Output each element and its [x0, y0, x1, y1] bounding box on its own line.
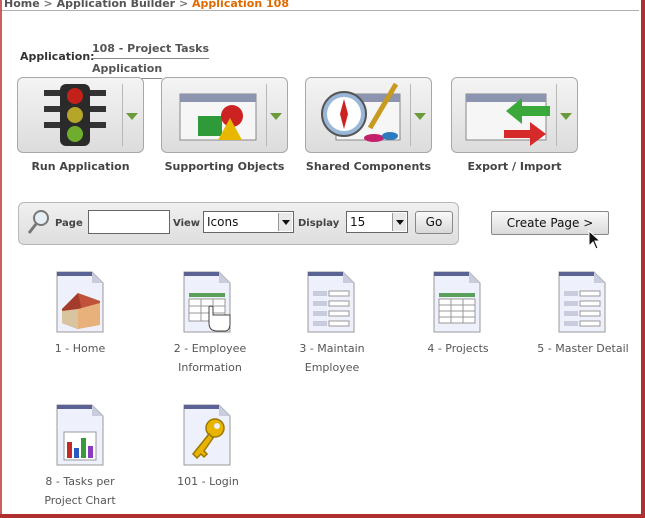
- page-icon-tasks-per-project-chart[interactable]: [56, 404, 166, 466]
- export-import-arrows-icon: [465, 93, 550, 146]
- go-button[interactable]: Go: [415, 211, 453, 234]
- breadcrumb-application-builder[interactable]: Application Builder: [57, 0, 176, 10]
- view-select-value: Icons: [207, 215, 239, 229]
- page-icon-employee-information[interactable]: [183, 271, 293, 333]
- page-icon-maintain-employee[interactable]: [307, 271, 417, 333]
- page-icon-login[interactable]: [183, 404, 293, 466]
- page-label[interactable]: 5 - Master Detail: [533, 339, 633, 358]
- page-label[interactable]: 1 - Home: [30, 339, 130, 358]
- application-name-link[interactable]: 108 - Project Tasks Application: [92, 39, 209, 79]
- key-icon: [183, 404, 231, 466]
- page-icon-master-detail[interactable]: [558, 271, 645, 333]
- application-name-line2[interactable]: Application: [92, 59, 163, 79]
- display-select-value: 15: [350, 215, 366, 229]
- breadcrumb-home[interactable]: Home: [4, 0, 40, 10]
- shapes-icon: [179, 93, 257, 141]
- supporting-objects-label[interactable]: Supporting Objects: [158, 160, 291, 173]
- house-icon: [56, 271, 104, 333]
- chevron-down-icon[interactable]: [126, 113, 138, 120]
- chevron-down-icon[interactable]: [414, 113, 426, 120]
- report-icon: [433, 271, 481, 333]
- view-label: View: [173, 218, 201, 229]
- shared-components-button[interactable]: [305, 77, 432, 153]
- display-select[interactable]: 15: [346, 211, 408, 233]
- button-divider: [410, 84, 411, 146]
- bar-chart-icon: [56, 404, 104, 466]
- page-label[interactable]: 101 - Login: [158, 472, 258, 491]
- chevron-down-icon[interactable]: [392, 213, 406, 231]
- page-icon-projects[interactable]: [433, 271, 543, 333]
- breadcrumb-divider: [2, 10, 639, 11]
- page-label[interactable]: 4 - Projects: [408, 339, 508, 358]
- run-application-button[interactable]: [17, 77, 144, 153]
- search-icon: [27, 210, 49, 234]
- view-select[interactable]: Icons: [203, 211, 294, 233]
- button-divider: [556, 84, 557, 146]
- run-application-label[interactable]: Run Application: [17, 160, 144, 173]
- breadcrumb-current: Application 108: [192, 0, 289, 10]
- export-import-label[interactable]: Export / Import: [451, 160, 578, 173]
- form-icon: [558, 271, 606, 333]
- page-filter-label: Page: [55, 218, 83, 229]
- report-hand-icon: [183, 271, 231, 333]
- window-border-left: [0, 0, 2, 518]
- page-search-input[interactable]: [88, 210, 170, 234]
- window-border-right: [641, 0, 645, 518]
- display-label: Display: [298, 218, 340, 229]
- breadcrumb-separator: >: [43, 0, 53, 10]
- supporting-objects-button[interactable]: [161, 77, 288, 153]
- page-icon-home[interactable]: [56, 271, 166, 333]
- shared-components-label[interactable]: Shared Components: [302, 160, 435, 173]
- chevron-down-icon[interactable]: [278, 213, 292, 231]
- traffic-light-icon: [44, 84, 106, 146]
- button-divider: [122, 84, 123, 146]
- mouse-cursor-icon: [588, 230, 602, 250]
- chevron-down-icon[interactable]: [270, 113, 282, 120]
- application-name-line1[interactable]: 108 - Project Tasks: [92, 39, 209, 59]
- export-import-button[interactable]: [451, 77, 578, 153]
- window-border-bottom: [0, 514, 645, 518]
- page-label[interactable]: 3 - Maintain Employee: [282, 339, 382, 377]
- page-label[interactable]: 2 - Employee Information: [160, 339, 260, 377]
- button-divider: [266, 84, 267, 146]
- breadcrumb-separator: >: [178, 0, 189, 10]
- application-label: Application:: [20, 50, 95, 63]
- breadcrumb: Home > Application Builder > Application…: [4, 0, 289, 10]
- compass-brush-icon: [321, 82, 401, 142]
- page-label[interactable]: 8 - Tasks per Project Chart: [30, 472, 130, 510]
- chevron-down-icon[interactable]: [560, 113, 572, 120]
- form-icon: [307, 271, 355, 333]
